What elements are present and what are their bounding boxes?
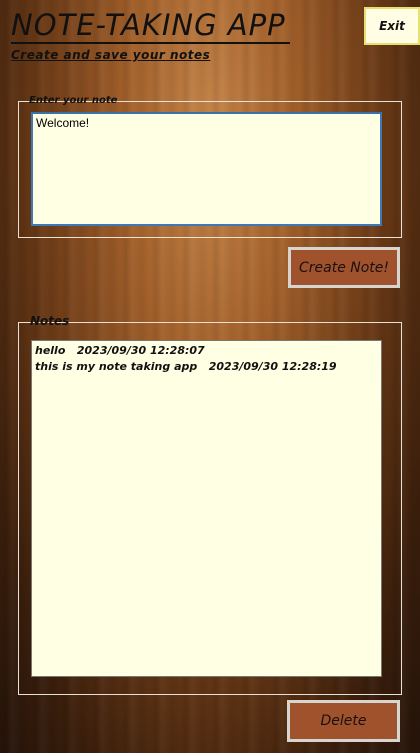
list-item[interactable]: this is my note taking app 2023/09/30 12… <box>35 359 378 375</box>
note-textarea[interactable]: Welcome! <box>31 112 382 226</box>
note-input-group-label: Enter your note <box>29 95 118 106</box>
create-note-button[interactable]: Create Note! <box>288 247 400 288</box>
app-title: NOTE-TAKING APP <box>11 8 290 44</box>
app-subtitle: Create and save your notes <box>11 48 211 62</box>
notes-group-label: Notes <box>30 314 70 328</box>
exit-button[interactable]: Exit <box>364 7 420 45</box>
note-input-group: Enter your note Welcome! <box>18 95 402 238</box>
list-item[interactable]: hello 2023/09/30 12:28:07 <box>35 343 378 359</box>
notes-list[interactable]: hello 2023/09/30 12:28:07 this is my not… <box>31 340 382 677</box>
notes-group: Notes hello 2023/09/30 12:28:07 this is … <box>18 315 402 695</box>
delete-button[interactable]: Delete <box>287 700 400 742</box>
